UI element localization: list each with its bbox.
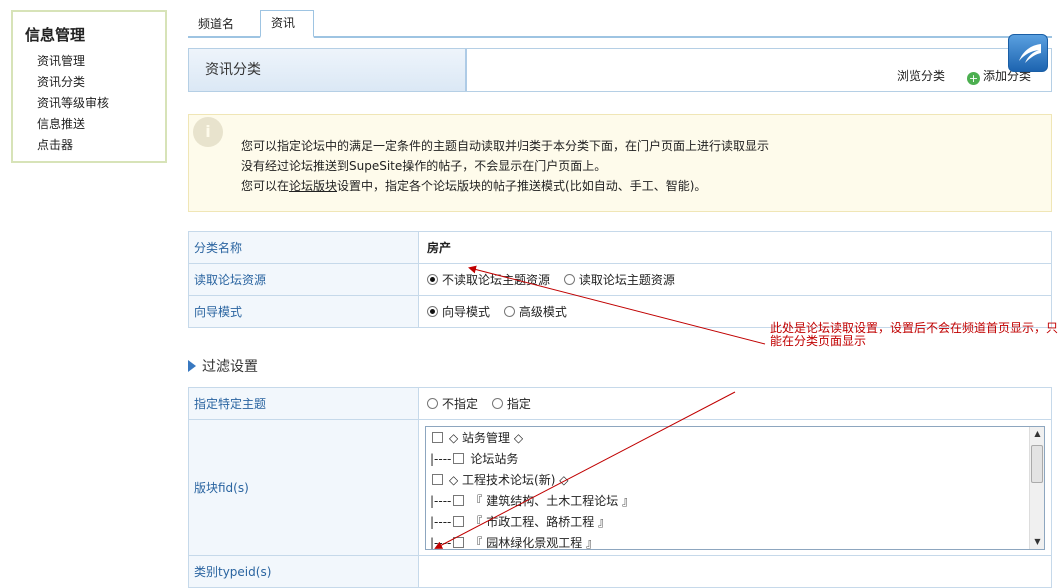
sidebar-item-news-category[interactable]: 资讯分类 (37, 72, 165, 93)
list-item[interactable]: |---- 『 园林绿化景观工程 』 (430, 533, 598, 549)
checkbox-icon[interactable] (432, 431, 443, 443)
page-title: 资讯分类 (189, 49, 467, 91)
list-item[interactable]: ◇ 站务管理 ◇ (430, 428, 523, 449)
list-item[interactable]: |---- 『 建筑结构、土木工程论坛 』 (430, 491, 634, 512)
notice-line-2: 没有经过论坛推送到SupeSite操作的帖子，不会显示在门户页面上。 (241, 159, 607, 173)
scroll-down-icon[interactable]: ▼ (1030, 535, 1044, 549)
category-form: 分类名称 房产 读取论坛资源 不读取论坛主题资源 读取论坛主题资源 向导模式 向… (188, 231, 1052, 328)
sidebar-menu: 资讯管理 资讯分类 资讯等级审核 信息推送 点击器 (25, 51, 165, 156)
forum-section-link[interactable]: 论坛版块 (289, 179, 337, 193)
fid-listbox[interactable]: ◇ 站务管理 ◇ |---- 论坛站务 ◇ 工程技术论坛(新) ◇ |---- 『 … (425, 425, 1045, 550)
sidebar-item-info-push[interactable]: 信息推送 (37, 114, 165, 135)
sidebar-title: 信息管理 (25, 26, 86, 44)
tab-news[interactable]: 资讯 (260, 10, 314, 38)
browse-category-link[interactable]: 浏览分类 (897, 67, 945, 84)
fid-label: 版块fid(s) (188, 419, 419, 556)
swallow-logo-icon[interactable] (1008, 34, 1048, 72)
checkbox-icon[interactable] (432, 473, 443, 485)
annotation-note: 此处是论坛读取设置，设置后不会在频道首页显示，只能在分类页面显示 (770, 321, 1059, 348)
listbox-scrollbar[interactable]: ▲ ▼ (1029, 426, 1044, 549)
radio-icon (563, 274, 575, 285)
sidebar: 信息管理 资讯管理 资讯分类 资讯等级审核 信息推送 点击器 (11, 10, 167, 163)
sidebar-item-news-manage[interactable]: 资讯管理 (37, 51, 165, 72)
read-forum-option-yes[interactable]: 读取论坛主题资源 (563, 271, 675, 288)
topic-option-specify[interactable]: 指定 (491, 395, 531, 412)
scroll-thumb[interactable] (1031, 444, 1043, 483)
radio-icon (427, 398, 438, 409)
list-item[interactable]: |---- 论坛站务 (430, 449, 518, 470)
radio-selected-icon (427, 274, 438, 285)
notice-line-3: 您可以在论坛版块设置中，指定各个论坛版块的帖子推送模式(比如自动、手工、智能)。 (241, 177, 706, 194)
checkbox-icon[interactable] (453, 536, 465, 548)
checkbox-icon[interactable] (453, 515, 465, 527)
specific-topic-label: 指定特定主题 (188, 387, 419, 420)
triangle-right-icon (188, 360, 196, 372)
notice-line-3-pre: 您可以在 (241, 179, 290, 193)
category-name-label: 分类名称 (188, 231, 419, 264)
sidebar-item-clicker[interactable]: 点击器 (37, 135, 165, 156)
tab-bar: 频道名 资讯 (188, 10, 1052, 38)
guide-mode-label: 向导模式 (188, 295, 419, 328)
checkbox-icon[interactable] (453, 452, 465, 464)
radio-icon (503, 306, 515, 317)
list-item[interactable]: ◇ 工程技术论坛(新) ◇ (430, 470, 568, 491)
guide-mode-option-advanced[interactable]: 高级模式 (503, 303, 567, 320)
tab-channel-name[interactable]: 频道名 (188, 12, 250, 38)
scroll-up-icon[interactable]: ▲ (1030, 427, 1044, 441)
radio-selected-icon (427, 306, 438, 317)
checkbox-icon[interactable] (453, 494, 465, 506)
radio-icon (491, 398, 503, 409)
info-bulb-icon: i (193, 117, 223, 147)
category-name-value: 房产 (418, 231, 1052, 264)
notice-box: i 您可以指定论坛中的满足一定条件的主题自动读取并归类于本分类下面，在门户页面上… (188, 114, 1052, 212)
title-bar: 资讯分类 浏览分类 + 添加分类 (188, 48, 1052, 92)
guide-mode-option-guide[interactable]: 向导模式 (427, 303, 490, 320)
read-forum-option-no[interactable]: 不读取论坛主题资源 (427, 271, 550, 288)
list-item[interactable]: |---- 『 市政工程、路桥工程 』 (430, 512, 610, 533)
notice-line-3-post: 设置中，指定各个论坛版块的帖子推送模式(比如自动、手工、智能)。 (337, 179, 707, 193)
topic-option-none[interactable]: 不指定 (427, 395, 478, 412)
read-forum-label: 读取论坛资源 (188, 263, 419, 296)
plus-circle-icon: + (967, 72, 980, 85)
filter-section-title: 过滤设置 (188, 356, 258, 376)
sidebar-item-news-level-review[interactable]: 资讯等级审核 (37, 93, 165, 114)
filter-form: 指定特定主题 不指定 指定 版块fid(s) ◇ 站务管理 ◇ |---- 论坛站… (188, 387, 1052, 588)
typeid-label: 类别typeid(s) (188, 555, 419, 588)
notice-line-1: 您可以指定论坛中的满足一定条件的主题自动读取并归类于本分类下面，在门户页面上进行… (241, 139, 770, 153)
